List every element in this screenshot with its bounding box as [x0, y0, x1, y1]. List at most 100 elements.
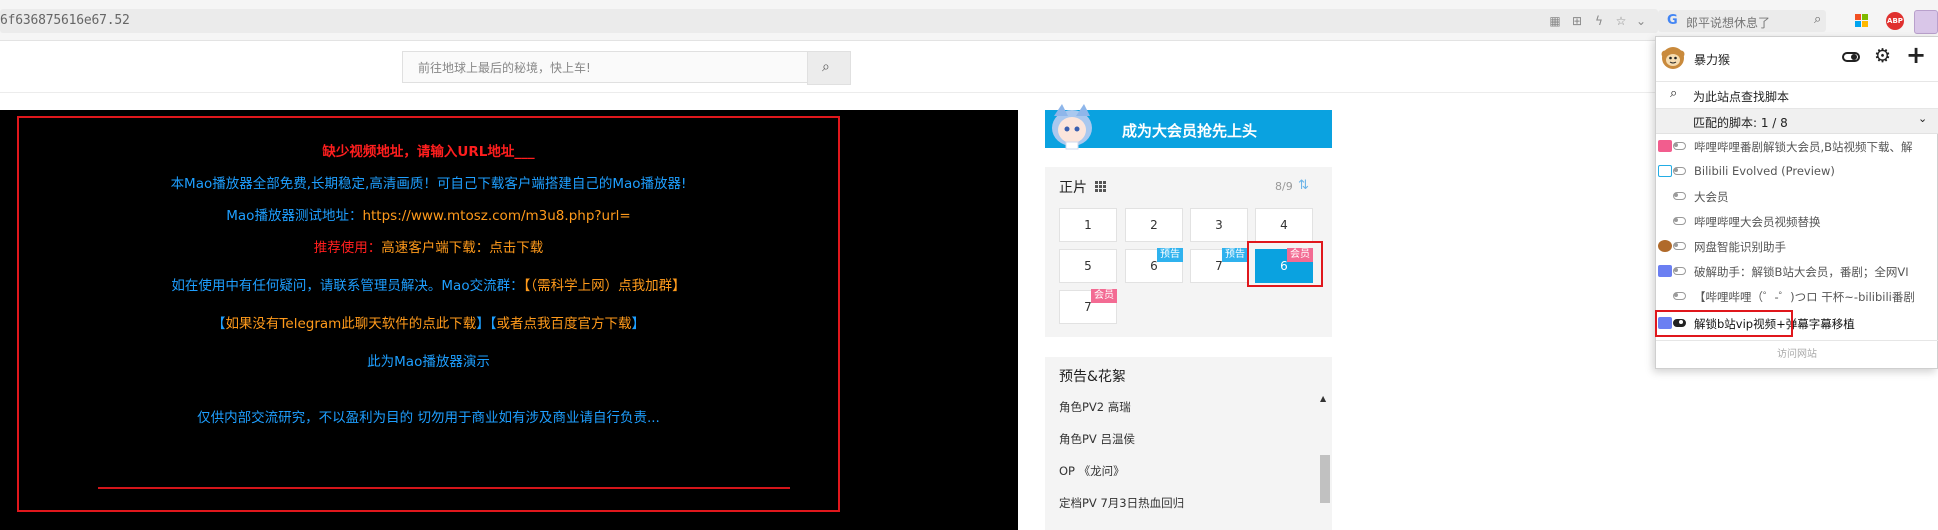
- script-name[interactable]: 破解助手：解锁B站大会员，番剧；全网VI: [1694, 264, 1909, 280]
- script-row[interactable]: Bilibili Evolved (Preview): [1656, 159, 1938, 184]
- script-name[interactable]: 哔哩哔哩番剧解锁大会员,B站视频下载、解: [1694, 139, 1913, 155]
- trailer-item[interactable]: 角色PV 吕温侯: [1059, 431, 1135, 447]
- demo-notice: 此为Mao播放器演示: [367, 354, 490, 370]
- sort-icon[interactable]: ⇅: [1298, 178, 1309, 193]
- scroll-up-icon[interactable]: ▲: [1320, 394, 1326, 403]
- bracket-close: 】: [631, 316, 646, 332]
- browser-search-icon[interactable]: ⌕: [1814, 12, 1821, 27]
- google-icon: G: [1667, 13, 1678, 28]
- script-toggle-icon[interactable]: [1673, 167, 1686, 175]
- script-name[interactable]: 网盘智能识别助手: [1694, 239, 1786, 255]
- bilibili-pink-icon: [1658, 140, 1672, 152]
- qr-code-icon[interactable]: ▦: [1548, 14, 1562, 28]
- script-toggle-icon[interactable]: [1673, 242, 1686, 250]
- trailer-item[interactable]: 定档PV 7月3日热血回归: [1059, 495, 1184, 511]
- enabled-script-highlight: [1655, 310, 1793, 337]
- trailer-badge: 预告: [1222, 248, 1248, 262]
- vip-banner-text[interactable]: 成为大会员抢先上头: [1122, 120, 1257, 141]
- bracket-mid: 】【: [476, 316, 497, 332]
- address-bar[interactable]: [0, 9, 1658, 33]
- script-toggle-icon[interactable]: [1673, 267, 1686, 275]
- telegram-download-link[interactable]: 如果没有Telegram此聊天软件的点此下载: [225, 316, 476, 332]
- script-toggle-icon[interactable]: [1673, 292, 1686, 300]
- adblock-plus-icon[interactable]: ABP: [1886, 12, 1904, 30]
- script-toggle-icon[interactable]: [1673, 142, 1686, 150]
- trailers-scroll-thumb[interactable]: [1320, 455, 1330, 503]
- trailer-item[interactable]: 角色PV2 高瑞: [1059, 399, 1131, 415]
- netdisk-helper-icon: [1658, 240, 1672, 252]
- episode-button-1[interactable]: 1: [1059, 208, 1117, 242]
- selected-episode-highlight: [1247, 241, 1323, 287]
- script-row[interactable]: 哔哩哔哩番剧解锁大会员,B站视频下载、解: [1656, 134, 1938, 159]
- windows-tiles-icon[interactable]: [1855, 14, 1869, 28]
- script-row[interactable]: 大会员: [1656, 184, 1938, 209]
- search-icon: ⌕: [822, 59, 830, 75]
- episodes-title: 正片: [1059, 180, 1087, 196]
- monkey-logo-icon: [1661, 47, 1685, 69]
- star-icon[interactable]: ☆: [1614, 14, 1628, 28]
- episode-button-5[interactable]: 5: [1059, 249, 1117, 283]
- trailer-badge: 预告: [1157, 248, 1183, 262]
- global-toggle-icon[interactable]: [1842, 52, 1860, 62]
- browser-search-placeholder[interactable]: 郎平说想休息了: [1686, 14, 1770, 31]
- gear-icon[interactable]: ⚙: [1874, 46, 1891, 66]
- script-name[interactable]: 哔哩哔哩大会员视频替换: [1694, 214, 1821, 230]
- client-download-link[interactable]: 点击下载: [489, 240, 543, 256]
- script-name[interactable]: Bilibili Evolved (Preview): [1694, 164, 1835, 178]
- vip-badge: 会员: [1091, 289, 1117, 303]
- script-row[interactable]: 破解助手：解锁B站大会员，番剧；全网VI: [1656, 259, 1938, 284]
- contact-line: 如在使用中有任何疑问，请联系管理员解决。Mao交流群：【（需科学上网）点我加群】: [17, 274, 840, 294]
- episode-label: 5: [1084, 259, 1092, 273]
- script-name[interactable]: 【哔哩哔哩（゜-゜)つロ 干杯~-bilibili番剧: [1694, 289, 1915, 305]
- script-row[interactable]: 哔哩哔哩大会员视频替换: [1656, 209, 1938, 234]
- missing-url-message: 缺少视频地址，请输入URL地址___: [322, 144, 535, 160]
- episode-label: 1: [1084, 218, 1092, 232]
- popup-title: 暴力猴: [1694, 53, 1731, 67]
- episode-label: 2: [1150, 218, 1158, 232]
- player-red-rule: [98, 487, 790, 489]
- visit-site-link[interactable]: 访问网站: [1656, 340, 1938, 369]
- episode-button-4[interactable]: 4: [1255, 208, 1313, 242]
- chevron-down-icon[interactable]: ⌄: [1634, 14, 1648, 28]
- header-divider: [0, 92, 1660, 93]
- script-name[interactable]: 大会员: [1694, 189, 1729, 205]
- episode-label: 3: [1215, 218, 1223, 232]
- add-script-icon[interactable]: +: [1906, 43, 1926, 67]
- test-address-link[interactable]: https://www.mtosz.com/m3u8.php?url=: [362, 208, 630, 224]
- recommend-line: 推荐使用：高速客户端下载：点击下载: [17, 236, 840, 256]
- episode-button-3[interactable]: 3: [1190, 208, 1248, 242]
- join-group-link[interactable]: 【（需科学上网）点我加群】: [524, 278, 686, 294]
- mascot-avatar-icon: [1052, 104, 1092, 150]
- episode-button-2[interactable]: 2: [1125, 208, 1183, 242]
- test-address-line: Mao播放器测试地址：https://www.mtosz.com/m3u8.ph…: [17, 204, 840, 224]
- translate-icon[interactable]: ⊞: [1570, 14, 1584, 28]
- episodes-count: 8/9: [1275, 180, 1293, 193]
- script-row[interactable]: 【哔哩哔哩（゜-゜)つロ 干杯~-bilibili番剧: [1656, 284, 1938, 309]
- grid-view-icon[interactable]: [1095, 181, 1106, 192]
- matched-scripts-count[interactable]: 匹配的脚本: 1 / 8: [1693, 114, 1788, 131]
- play-icon: [1658, 265, 1672, 277]
- site-search-button[interactable]: ⌕: [807, 51, 851, 85]
- script-toggle-icon[interactable]: [1673, 192, 1686, 200]
- site-search-placeholder[interactable]: 前往地球上最后的秘境，快上车!: [418, 59, 591, 76]
- violentmonkey-extension-icon[interactable]: [1914, 10, 1938, 34]
- contact-text: 如在使用中有任何疑问，请联系管理员解决。Mao交流群：: [171, 278, 524, 294]
- chevron-down-icon[interactable]: ⌄: [1918, 112, 1927, 125]
- script-row[interactable]: 网盘智能识别助手: [1656, 234, 1938, 259]
- disclaimer: 仅供内部交流研究，不以盈利为目的 切勿用于商业如有涉及商业请自行负责...: [197, 410, 660, 426]
- recommend-label: 推荐使用：: [313, 240, 382, 256]
- bilibili-tv-icon: [1658, 165, 1672, 177]
- lightning-icon[interactable]: ϟ: [1592, 14, 1606, 28]
- trailer-item[interactable]: OP 《龙问》: [1059, 463, 1125, 479]
- find-scripts-label[interactable]: 为此站点查找脚本: [1693, 88, 1789, 105]
- trailers-title: 预告&花絮: [1059, 369, 1126, 385]
- search-icon: ⌕: [1670, 86, 1678, 101]
- bracket-open: 【: [211, 316, 226, 332]
- test-address-label: Mao播放器测试地址：: [226, 208, 363, 224]
- client-download-text: 高速客户端下载：: [381, 240, 490, 256]
- script-toggle-icon[interactable]: [1673, 217, 1686, 225]
- player-description: 本Mao播放器全部免费,长期稳定,高清画质！可自己下载客户端搭建自己的Mao播放…: [170, 176, 687, 192]
- episode-label: 4: [1280, 218, 1288, 232]
- baidu-download-link[interactable]: 或者点我百度官方下载: [497, 316, 632, 332]
- address-url[interactable]: 6f636875616e67.52: [0, 13, 130, 28]
